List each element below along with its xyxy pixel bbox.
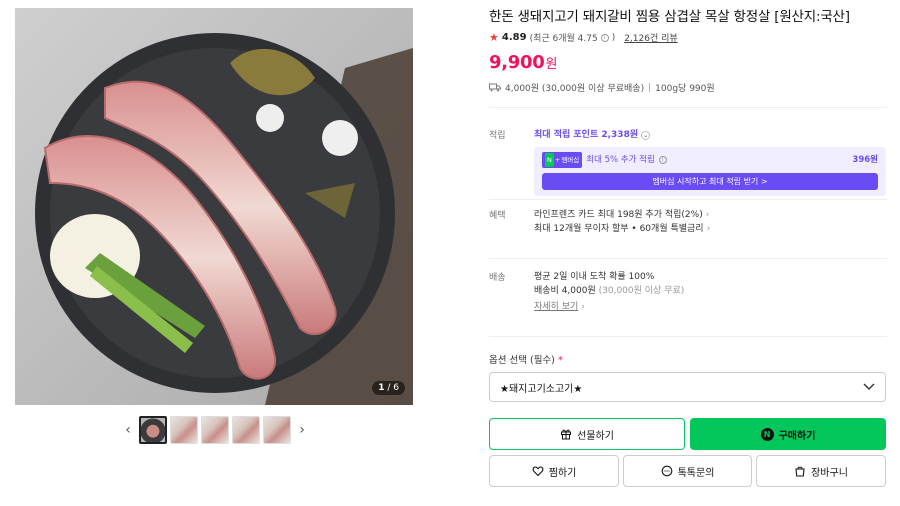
membership-badge: N + 멤버십 — [542, 152, 583, 168]
card-benefit-link[interactable]: 라인프렌즈 카드 최대 198원 추가 적립(2%) › — [534, 208, 887, 222]
delivery-more-link[interactable]: 자세히 보기 › — [534, 300, 887, 314]
points-section: 적립 최대 적립 포인트 2,338원 ⌄ N + 멤버십 최대 5% 추가 적… — [489, 128, 887, 208]
separator: | — [648, 82, 652, 93]
buy-button-label: 구매하기 — [778, 430, 816, 442]
cart-button[interactable]: 장바구니 — [756, 455, 886, 487]
product-main-image[interactable]: 1 / 6 — [15, 8, 413, 405]
option-label: 옵션 선택 (필수) * — [489, 352, 563, 366]
rating-recent-close: ) — [611, 32, 616, 43]
unit-price: 100g당 990원 — [655, 84, 715, 94]
required-mark: * — [557, 355, 563, 366]
cart-button-label: 장바구니 — [811, 467, 848, 479]
divider — [489, 258, 887, 259]
info-icon[interactable]: i — [658, 156, 667, 164]
pork-belly-photo — [15, 8, 413, 405]
price: 9,900 원 — [489, 52, 887, 73]
naver-pay-icon: N — [760, 427, 774, 441]
heart-icon — [532, 466, 544, 477]
delivery-label: 배송 — [489, 273, 506, 283]
membership-start-button[interactable]: 멤버십 시작하고 최대 적립 받기 > — [542, 173, 878, 190]
product-title: 한돈 생돼지고기 돼지갈비 찜용 삼겹살 목살 항정살 [원산지:국산] — [489, 9, 850, 25]
chat-bubble-icon — [661, 465, 672, 477]
image-counter-current: 1 — [378, 383, 385, 393]
price-value: 9,900 — [489, 52, 545, 73]
chevron-right-icon: › — [581, 302, 585, 312]
membership-points: 396원 — [852, 155, 878, 165]
thumbnail-3[interactable] — [201, 416, 229, 444]
delivery-fee: 배송비 4,000원 — [534, 286, 596, 296]
chevron-right-icon[interactable]: › — [294, 417, 310, 443]
image-counter-total: / 6 — [387, 383, 399, 393]
image-counter: 1 / 6 — [372, 381, 405, 395]
shipping-fee: 4,000원 (30,000원 이상 무료배송) — [505, 84, 645, 94]
review-count-link[interactable]: 2,126건 리뷰 — [624, 31, 677, 44]
membership-badge-label: 멤버십 — [561, 156, 580, 164]
rating-row: ★ 4.89 (최근 6개월 4.75 i) 2,126건 리뷰 — [489, 31, 887, 44]
benefits-label: 혜택 — [489, 211, 506, 221]
talktalk-button-label: 톡톡문의 — [677, 467, 715, 479]
truck-icon — [489, 83, 501, 92]
thumbnail-4[interactable] — [232, 416, 260, 444]
max-points-text: 최대 적립 포인트 2,338원 — [534, 130, 639, 140]
max-points[interactable]: 최대 적립 포인트 2,338원 ⌄ — [534, 128, 887, 142]
delivery-fee-row: 배송비 4,000원 (30,000원 이상 무료) — [534, 284, 887, 298]
chevron-down-icon[interactable]: ⌄ — [641, 130, 651, 140]
thumbnail-5[interactable] — [263, 416, 291, 444]
thumbnail-strip: ‹ › — [120, 416, 310, 444]
rating-value: 4.89 — [501, 32, 527, 43]
divider — [489, 199, 887, 200]
product-info: 한돈 생돼지고기 돼지갈비 찜용 삼겹살 목살 항정살 [원산지:국산] ★ 4… — [489, 8, 887, 108]
points-label: 적립 — [489, 131, 506, 141]
shipping-row: 4,000원 (30,000원 이상 무료배송) | 100g당 990원 — [489, 81, 887, 94]
talktalk-button[interactable]: 톡톡문의 — [623, 455, 752, 487]
shopping-bag-icon — [795, 466, 805, 477]
chevron-right-icon: › — [705, 210, 710, 220]
delivery-estimate: 평균 2일 이내 도착 확률 100% — [534, 272, 655, 282]
chevron-down-icon — [863, 383, 875, 390]
delivery-fee-note: (30,000원 이상 무료) — [598, 286, 685, 296]
delivery-section: 배송 평균 2일 이내 도착 확률 100% 배송비 4,000원 (30,00… — [489, 270, 887, 325]
membership-text: 최대 5% 추가 적립 — [586, 155, 655, 165]
card-benefit-text: 라인프렌즈 카드 최대 198원 추가 적립(2%) — [534, 210, 703, 220]
divider — [489, 336, 887, 337]
gift-button-label: 선물하기 — [577, 430, 614, 442]
option-selected-value: ★돼지고기소고기★ — [500, 383, 583, 395]
naver-n-icon: N — [545, 153, 554, 167]
installment-link[interactable]: 최대 12개월 무이자 할부 • 60개월 특별금리 › — [534, 222, 887, 236]
option-label-text: 옵션 선택 (필수) — [489, 355, 555, 366]
buy-button[interactable]: N 구매하기 — [690, 418, 886, 450]
option-select[interactable]: ★돼지고기소고기★ — [489, 372, 886, 402]
wishlist-button-label: 찜하기 — [548, 467, 577, 479]
divider — [489, 107, 887, 108]
info-icon[interactable]: i — [600, 33, 609, 42]
gift-button[interactable]: 선물하기 — [489, 418, 685, 450]
chevron-left-icon[interactable]: ‹ — [120, 417, 136, 443]
thumbnail-2[interactable] — [170, 416, 198, 444]
price-currency: 원 — [545, 57, 558, 72]
thumbnail-1[interactable] — [139, 416, 167, 444]
delivery-more-text: 자세히 보기 — [534, 302, 579, 312]
installment-text: 최대 12개월 무이자 할부 • 60개월 특별금리 — [534, 224, 704, 234]
gift-icon — [561, 429, 572, 440]
wishlist-button[interactable]: 찜하기 — [489, 455, 619, 487]
benefits-section: 혜택 라인프렌즈 카드 최대 198원 추가 적립(2%) › 최대 12개월 무… — [489, 208, 887, 248]
star-icon: ★ — [489, 31, 499, 44]
rating-recent: (최근 6개월 4.75 — [529, 34, 598, 44]
chevron-right-icon: › — [706, 224, 711, 234]
plus-icon: + — [554, 156, 561, 164]
membership-box: N + 멤버십 최대 5% 추가 적립 i 396원 멤버십 시작하고 최대 적… — [534, 147, 886, 196]
